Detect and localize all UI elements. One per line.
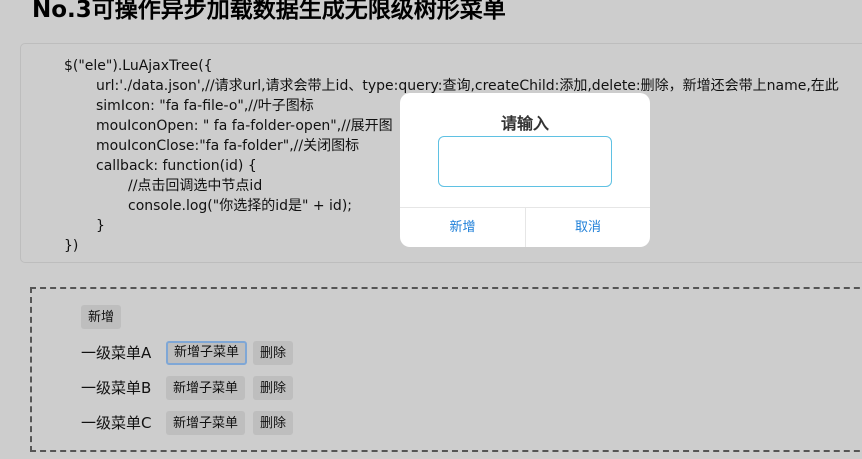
code-line: }) bbox=[64, 238, 79, 254]
menu-item-c-label[interactable]: 一级菜单C bbox=[81, 411, 151, 435]
dialog-confirm-button[interactable]: 新增 bbox=[400, 208, 525, 247]
menu-item-a-label[interactable]: 一级菜单A bbox=[81, 341, 151, 365]
dialog-title: 请输入 bbox=[500, 114, 549, 133]
code-line: console.log("你选择的id是" + id); bbox=[128, 198, 352, 214]
add-child-button-a[interactable]: 新增子菜单 bbox=[166, 341, 248, 365]
menu-item-b-label[interactable]: 一级菜单B bbox=[81, 376, 151, 400]
code-line: mouIconOpen: " fa fa-folder-open",//展开图 bbox=[96, 118, 393, 134]
dialog-name-input[interactable] bbox=[438, 136, 612, 187]
tree-menu: 新增 一级菜单A 新增子菜单 删除 一级菜单B 新增子菜单 删除 一级菜单C 新… bbox=[30, 287, 862, 452]
code-line: callback: function(id) { bbox=[96, 158, 257, 174]
dialog-footer: 新增 取消 bbox=[400, 207, 650, 247]
code-line: simIcon: "fa fa-file-o",//叶子图标 bbox=[96, 98, 314, 114]
code-line: //点击回调选中节点id bbox=[128, 178, 263, 194]
page-title: No.3可操作异步加载数据生成无限级树形菜单 bbox=[32, 0, 506, 23]
code-line: } bbox=[96, 218, 105, 234]
dialog-cancel-button[interactable]: 取消 bbox=[525, 208, 650, 247]
delete-button-b[interactable]: 删除 bbox=[253, 376, 294, 400]
delete-button-a[interactable]: 删除 bbox=[253, 341, 294, 365]
add-root-button[interactable]: 新增 bbox=[81, 305, 122, 329]
delete-button-c[interactable]: 删除 bbox=[253, 411, 294, 435]
code-line: $("ele").LuAjaxTree({ bbox=[64, 58, 213, 74]
add-child-button-c[interactable]: 新增子菜单 bbox=[166, 411, 246, 435]
input-dialog: 请输入 新增 取消 bbox=[400, 93, 650, 247]
code-line: mouIconClose:"fa fa-folder",//关闭图标 bbox=[96, 138, 360, 154]
add-child-button-b[interactable]: 新增子菜单 bbox=[166, 376, 246, 400]
